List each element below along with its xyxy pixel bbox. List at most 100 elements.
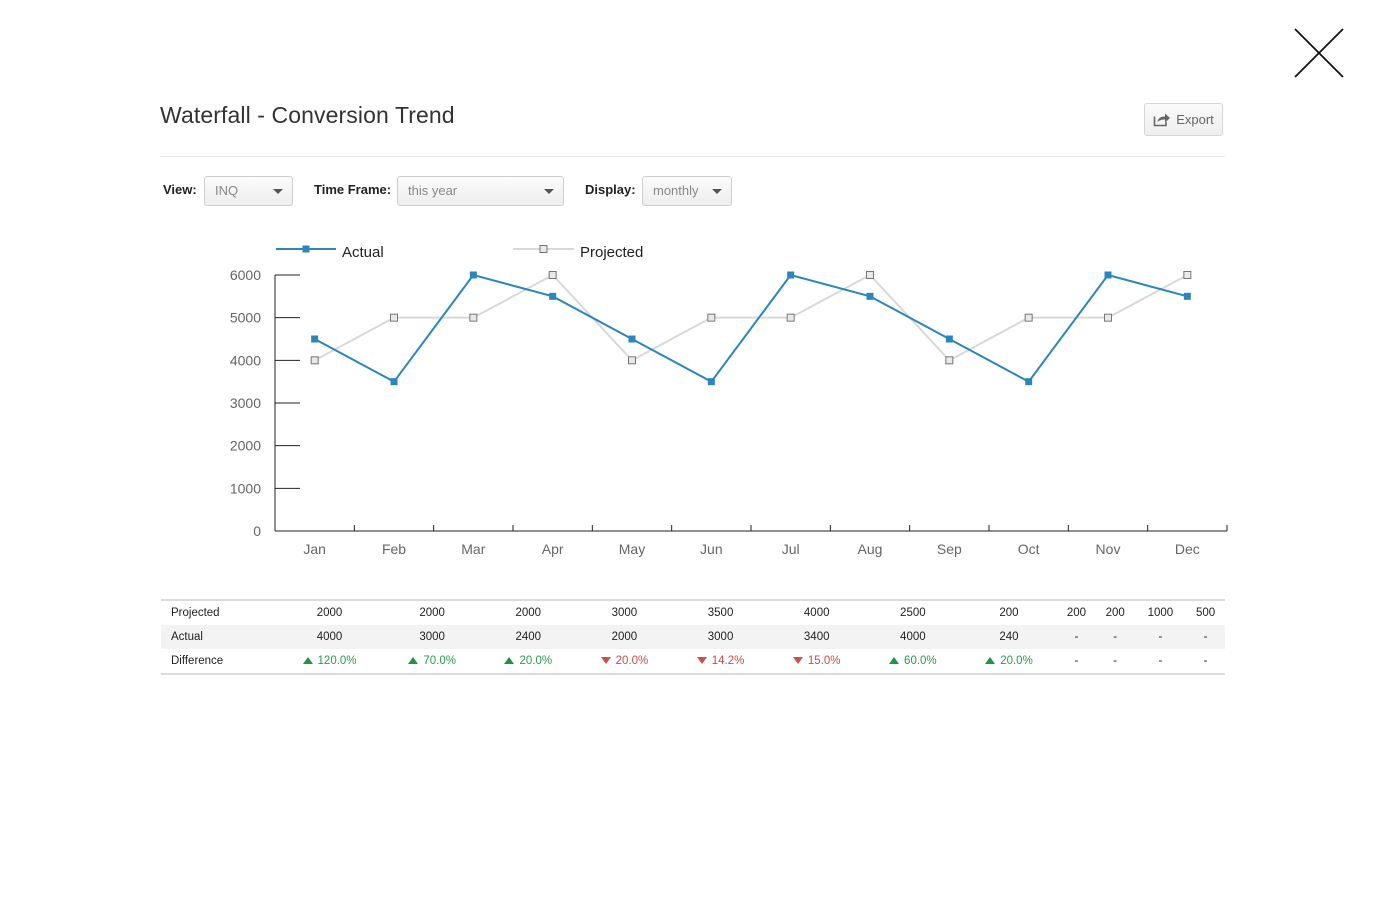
x-tick-label: Sep (937, 541, 962, 557)
table-cell: - (1095, 625, 1135, 649)
projected-data-point (1104, 313, 1112, 322)
difference-value: 20.0% (1000, 655, 1033, 667)
projected-data-point (945, 356, 954, 365)
actual-data-point (787, 271, 795, 279)
actual-data-point (945, 335, 953, 343)
table-cell: 1000 (1147, 607, 1174, 619)
projected-data-point (469, 313, 478, 322)
actual-data-point (469, 271, 477, 279)
table-cell: 500 (1196, 607, 1216, 619)
actual-data-point (1183, 292, 1191, 300)
table-cell: 15.0% (769, 649, 865, 674)
x-tick-label: May (619, 541, 645, 557)
difference-value: - (1158, 655, 1163, 667)
projected-data-point (1024, 313, 1033, 322)
table-row: Actual 4000 3000 2400 2000 3000 3400 4000 240- - -… (161, 625, 1225, 649)
projected-data-point (866, 271, 874, 279)
table-row: Projected 2000 2000 2000 3000 3500 4000 2500 200… (161, 600, 1225, 625)
projected-data-point (707, 313, 716, 322)
table-cell: - (1134, 625, 1187, 649)
table-cell: - (1186, 649, 1225, 674)
table-cell: 3000 (611, 607, 638, 619)
conversion-trend-chart: 0 1000 2000 3000 4000 5000 6000 Jan Feb Mar Apr May… (230, 244, 1228, 557)
actual-series-line (314, 273, 1188, 383)
x-tick-label: Dec (1175, 541, 1200, 557)
monthly-data-table: Projected 2000 2000 2000 3000 3500 4000 2500 200… (161, 599, 1225, 675)
y-tick-label: 6000 (230, 267, 261, 283)
table-row-label: Actual (161, 625, 275, 649)
legend-projected-marker (539, 245, 548, 253)
actual-data-point (390, 378, 398, 386)
triangle-up-icon (302, 657, 313, 664)
projected-data-point (628, 356, 636, 365)
legend-actual-label: Actual (342, 244, 384, 261)
table-cell: 3000 (672, 625, 769, 649)
actual-data-point (866, 292, 874, 300)
table-row: Difference 120.0% 70.0% 20.0% 20.0% 14.2% 15.0… (161, 649, 1225, 674)
table-cell: 3500 (707, 607, 734, 619)
table-cell: 3000 (384, 625, 481, 649)
table-cell: - (1057, 625, 1096, 649)
x-tick-label: Jul (782, 541, 800, 557)
table-cell: 200 (1066, 607, 1087, 619)
projected-data-point (310, 356, 319, 365)
table-row-label: Projected (171, 607, 220, 619)
actual-data-point (1104, 271, 1112, 279)
table-cell: 2000 (316, 607, 343, 619)
x-tick-label: Jan (303, 541, 326, 557)
table-cell: 4000 (864, 625, 961, 649)
difference-value: 70.0% (423, 655, 456, 667)
actual-data-point (311, 335, 319, 343)
triangle-down-icon (696, 657, 707, 664)
table-cell: 2500 (900, 607, 926, 619)
table-cell: 60.0% (865, 649, 961, 674)
difference-value: - (1074, 655, 1079, 667)
table-row-label: Difference (171, 655, 224, 667)
actual-data-point (707, 378, 715, 386)
legend-actual-marker (302, 245, 310, 253)
actual-data-point (1025, 378, 1033, 386)
triangle-down-icon (792, 657, 803, 664)
x-tick-label: Mar (461, 541, 485, 557)
table-cell: 2400 (480, 625, 577, 649)
table-cell: 14.2% (673, 649, 769, 674)
projected-data-point (786, 313, 795, 322)
table-cell: 20.0% (961, 649, 1057, 674)
triangle-up-icon (985, 657, 996, 664)
legend-projected-label: Projected (580, 244, 643, 261)
y-tick-label: 3000 (230, 395, 261, 411)
difference-value: 120.0% (317, 655, 357, 667)
table-cell: 120.0% (275, 649, 384, 674)
triangle-up-icon (408, 657, 419, 664)
table-cell: 4000 (803, 607, 830, 619)
table-cell: 3400 (768, 625, 865, 649)
table-cell: - (1186, 625, 1225, 649)
table-cell: 200 (1105, 607, 1125, 619)
table-cell: 240 (960, 625, 1058, 649)
table-cell: 20.0% (480, 649, 576, 674)
x-tick-label: Oct (1018, 541, 1040, 557)
difference-value: 20.0% (519, 655, 553, 667)
projected-data-point (1183, 271, 1192, 279)
difference-value: - (1203, 655, 1208, 667)
table-cell: - (1057, 649, 1096, 674)
x-tick-label: Apr (542, 541, 564, 557)
y-tick-label: 2000 (230, 438, 261, 454)
actual-data-point (549, 292, 557, 300)
x-tick-label: Feb (382, 541, 406, 557)
projected-data-point (548, 271, 557, 279)
projected-data-point (390, 313, 398, 322)
difference-value: - (1113, 655, 1118, 667)
y-tick-label: 1000 (230, 480, 261, 496)
table-cell: - (1135, 649, 1187, 674)
table-cell: 70.0% (384, 649, 480, 674)
triangle-down-icon (600, 657, 611, 664)
y-tick-label: 5000 (230, 310, 261, 326)
x-tick-label: Nov (1096, 541, 1121, 557)
y-tick-label: 4000 (230, 352, 261, 368)
x-tick-label: Aug (858, 541, 883, 557)
actual-data-point (628, 335, 636, 343)
triangle-up-icon (504, 657, 515, 664)
table-cell: 2000 (576, 625, 673, 649)
projected-series-line (314, 273, 1188, 362)
